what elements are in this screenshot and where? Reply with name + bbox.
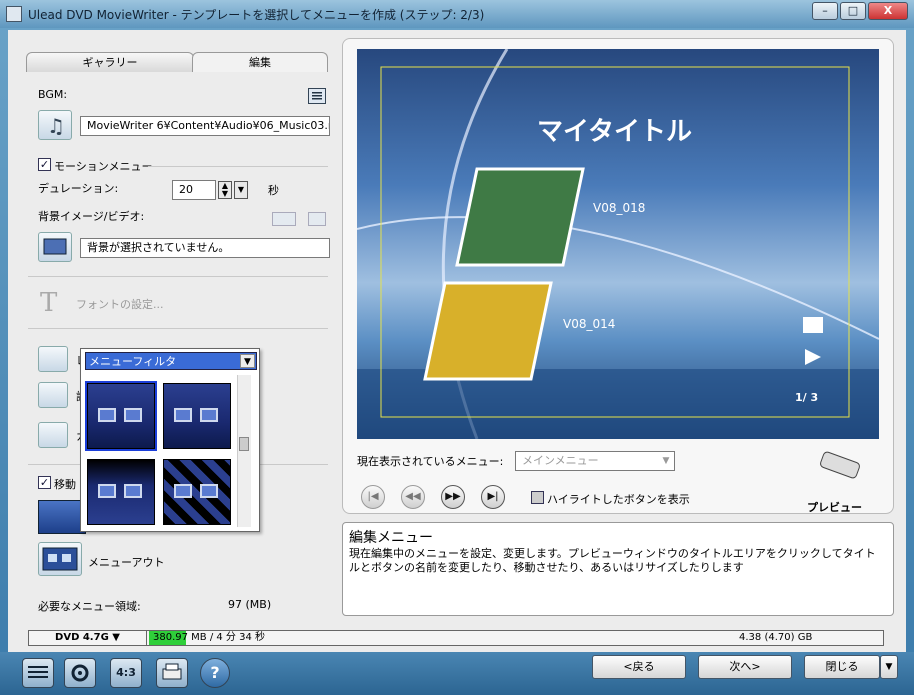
- chevron-down-icon[interactable]: ▼: [240, 354, 255, 368]
- filter-scrollbar[interactable]: [237, 375, 251, 527]
- back-button[interactable]: <戻る: [592, 655, 686, 679]
- menu-out-icon[interactable]: [38, 542, 82, 576]
- preview-panel: マイタイトル V08_018 V08_014 1/ 3 現在表示されているメニュ…: [342, 38, 894, 514]
- tab-bar: ギャラリー 編集: [26, 52, 328, 72]
- filter-thumbnail[interactable]: [85, 381, 157, 451]
- highlight-checkbox[interactable]: [531, 491, 544, 504]
- custom-icon[interactable]: [38, 422, 68, 448]
- duration-label: デュレーション:: [38, 182, 119, 195]
- background-field[interactable]: 背景が選択されていません。: [80, 238, 330, 258]
- bottom-toolbar: 4:3 ? <戻る 次へ> 閉じる ▼: [0, 652, 914, 695]
- divider: [28, 276, 328, 277]
- detail-icon[interactable]: [38, 382, 68, 408]
- current-menu-select[interactable]: メインメニュー: [515, 451, 675, 471]
- previous-menu-button[interactable]: ◀◀: [401, 485, 425, 509]
- close-options-chevron-down-icon[interactable]: ▼: [880, 655, 898, 679]
- preview-screen[interactable]: マイタイトル V08_018 V08_014 1/ 3: [357, 49, 879, 439]
- project-settings-icon[interactable]: [22, 658, 54, 688]
- minimize-button[interactable]: –: [812, 2, 838, 20]
- next-button[interactable]: 次へ>: [698, 655, 792, 679]
- chevron-down-icon[interactable]: ▼: [659, 453, 673, 469]
- current-menu-label: 現在表示されているメニュー:: [357, 455, 504, 468]
- help-title: 編集メニュー: [349, 530, 433, 546]
- music-note-icon[interactable]: ♫: [38, 110, 72, 140]
- divider: [148, 166, 328, 167]
- duration-stepper[interactable]: ▲ ▼: [218, 181, 232, 199]
- gear-icon[interactable]: [64, 658, 96, 688]
- svg-text:♫: ♫: [47, 114, 65, 138]
- next-menu-button[interactable]: ▶▶: [441, 485, 465, 509]
- duration-dropdown-button[interactable]: ▼: [234, 181, 248, 199]
- menu-filter-select[interactable]: メニューフィルタ ▼: [85, 352, 257, 370]
- help-text: 現在編集中のメニューを設定、変更します。プレビューウィンドウのタイトルエリアをク…: [349, 547, 876, 574]
- required-space-label: 必要なメニュー領域:: [38, 600, 141, 613]
- capacity-total-text: 4.38 (4.70) GB: [739, 632, 813, 643]
- background-image-icon[interactable]: [38, 232, 72, 262]
- bgm-options-icon[interactable]: [308, 88, 326, 104]
- printer-icon[interactable]: [156, 658, 188, 688]
- window-title: Ulead DVD MovieWriter - テンプレートを選択してメニューを…: [28, 8, 485, 22]
- filter-thumbnail[interactable]: [163, 459, 231, 525]
- menu-filter-popup: メニューフィルタ ▼: [80, 348, 260, 532]
- layout-icon[interactable]: [38, 346, 68, 372]
- tab-gallery[interactable]: ギャラリー: [26, 52, 194, 72]
- preview-menu-title[interactable]: マイタイトル: [537, 111, 692, 148]
- capacity-bar: DVD 4.7G ▼ 380.97 MB / 4 分 34 秒 4.38 (4.…: [28, 630, 884, 646]
- remote-control-icon[interactable]: [815, 449, 863, 485]
- aspect-ratio-button[interactable]: 4:3: [110, 658, 142, 688]
- close-window-button[interactable]: X: [868, 2, 908, 20]
- app-window: Ulead DVD MovieWriter - テンプレートを選択してメニューを…: [0, 0, 914, 695]
- help-icon[interactable]: ?: [200, 658, 230, 688]
- background-fit-icon[interactable]: [272, 212, 296, 226]
- help-panel: 編集メニュー 現在編集中のメニューを設定、変更します。プレビューウィンドウのタイ…: [342, 522, 894, 616]
- main-client: ギャラリー 編集 BGM: ♫ MovieWriter 6¥Content¥Au…: [8, 30, 906, 652]
- title-bar: Ulead DVD MovieWriter - テンプレートを選択してメニューを…: [0, 0, 914, 28]
- close-button[interactable]: 閉じる: [804, 655, 880, 679]
- preview-item-label[interactable]: V08_014: [563, 317, 615, 331]
- divider: [28, 328, 328, 329]
- font-icon: T: [40, 288, 58, 318]
- menu-filter-selected: メニューフィルタ: [89, 355, 177, 368]
- chevron-down-icon: ▼: [112, 632, 120, 643]
- maximize-button[interactable]: □: [840, 2, 866, 20]
- tab-edit[interactable]: 編集: [192, 52, 328, 72]
- preview-button[interactable]: プレビュー: [807, 499, 862, 515]
- moving-checkbox[interactable]: ✓: [38, 476, 51, 489]
- preview-item-label[interactable]: V08_018: [593, 201, 645, 215]
- bgm-label: BGM:: [38, 88, 68, 101]
- motion-menu-checkbox[interactable]: ✓: [38, 158, 51, 171]
- required-space-value: 97 (MB): [228, 598, 272, 611]
- background-reset-icon[interactable]: [308, 212, 326, 226]
- font-settings-button[interactable]: フォントの設定...: [76, 296, 164, 312]
- moving-label: 移動: [54, 478, 76, 491]
- filter-thumbnail[interactable]: [163, 383, 231, 449]
- app-icon: [6, 6, 22, 22]
- capacity-used-text: 380.97 MB / 4 分 34 秒: [153, 632, 266, 643]
- duration-unit: 秒: [268, 184, 279, 197]
- preview-page-indicator: 1/ 3: [795, 391, 819, 404]
- menu-out-label: メニューアウト: [88, 556, 165, 569]
- filter-thumbnail[interactable]: [87, 459, 155, 525]
- duration-input[interactable]: 20: [172, 180, 216, 200]
- highlight-label: ハイライトしたボタンを表示: [547, 493, 690, 506]
- disc-type-select[interactable]: DVD 4.7G ▼: [29, 631, 147, 645]
- bgm-path-field[interactable]: MovieWriter 6¥Content¥Audio¥06_Music03.m…: [80, 116, 330, 136]
- motion-menu-label: モーションメニュー: [54, 160, 153, 173]
- background-label: 背景イメージ/ビデオ:: [38, 210, 145, 223]
- first-menu-button[interactable]: |◀: [361, 485, 385, 509]
- last-menu-button[interactable]: ▶|: [481, 485, 505, 509]
- left-panel: ギャラリー 編集 BGM: ♫ MovieWriter 6¥Content¥Au…: [16, 30, 334, 630]
- menu-in-thumbnail[interactable]: [38, 500, 86, 534]
